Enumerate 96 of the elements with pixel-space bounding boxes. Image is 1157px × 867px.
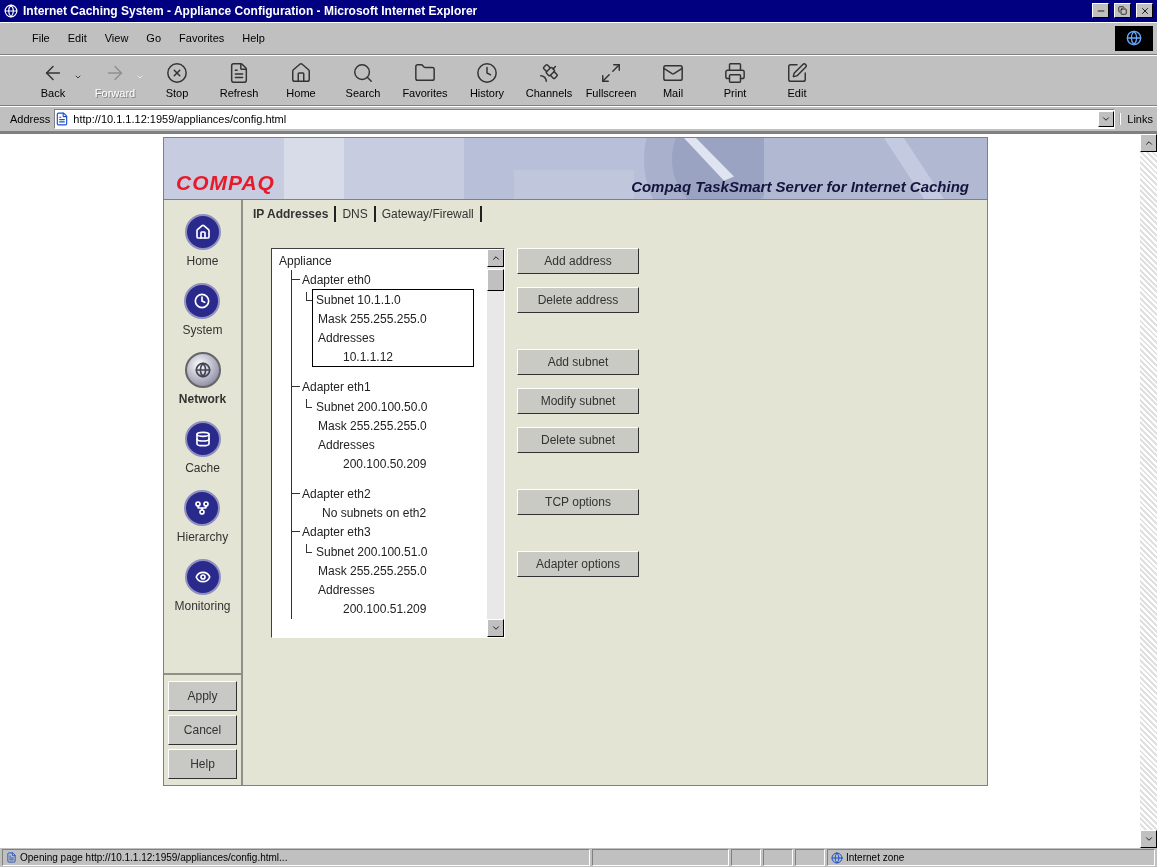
toolbar-button[interactable]: Back [22, 57, 84, 104]
browser-icon [4, 3, 18, 18]
tab[interactable]: Gateway/Firewall [375, 206, 482, 223]
home-icon [290, 61, 312, 84]
brand-logo: COMPAQ [176, 171, 275, 196]
scrollbar[interactable] [1140, 134, 1157, 849]
toolbar-button[interactable]: Channels [518, 57, 580, 104]
tree-label[interactable]: 200.100.51.209 [343, 601, 427, 616]
tree-label[interactable]: Addresses [318, 582, 375, 597]
toolbar-button[interactable]: Refresh [208, 57, 270, 104]
toolbar-button[interactable]: Fullscreen [580, 57, 642, 104]
toolbar-button[interactable]: History [456, 57, 518, 104]
tree-label: No subnets on eth2 [322, 505, 427, 520]
tree-label[interactable]: Mask 255.255.255.0 [318, 311, 427, 326]
clock-icon [184, 283, 221, 320]
eye-icon [184, 559, 221, 596]
clock-icon [476, 61, 498, 84]
folder-icon [414, 61, 436, 84]
action-button[interactable]: Add subnet [517, 349, 639, 376]
action-button[interactable]: Add address [517, 248, 639, 275]
action-button[interactable]: Delete address [517, 287, 639, 314]
action-button[interactable]: Modify subnet [517, 388, 639, 415]
scrollbar[interactable] [487, 249, 504, 638]
globe-icon [1126, 30, 1142, 47]
nav-item[interactable]: Home [184, 214, 221, 269]
nav-item[interactable]: System [182, 283, 223, 338]
nav-item[interactable]: Cache [184, 421, 221, 476]
action-button[interactable]: Help [168, 749, 237, 780]
tab[interactable]: IP Addresses [247, 206, 337, 223]
tree-label[interactable]: Adapter eth1 [302, 379, 371, 394]
scroll-thumb[interactable] [487, 269, 504, 292]
tree-label[interactable]: Mask 255.255.255.0 [318, 563, 427, 578]
action-button[interactable]: Cancel [168, 715, 237, 746]
tree-label[interactable]: Subnet 200.100.51.0 [316, 544, 428, 559]
globe-icon [184, 352, 221, 389]
menu-item[interactable]: View [98, 30, 135, 47]
subnet-selection[interactable]: Subnet 200.100.50.0 Mask 255.255.255.0 Addresses 200.100.50.209 [312, 396, 474, 475]
nav-item[interactable]: Hierarchy [176, 490, 229, 545]
nav-item[interactable]: Network [178, 352, 227, 407]
nav-item[interactable]: Monitoring [174, 559, 231, 614]
menu-item[interactable]: Go [140, 30, 168, 47]
tree-label[interactable]: Subnet 200.100.50.0 [316, 399, 428, 414]
zone-label: Internet zone [846, 852, 905, 864]
home-icon [184, 214, 221, 251]
window-title: Internet Caching System - Appliance Configuration - Microsoft Internet Explorer [23, 3, 479, 18]
status-message: Opening page http://10.1.1.12:1959/appliances/config.html... [20, 852, 288, 864]
stop-icon [166, 61, 188, 84]
page-icon [228, 61, 250, 84]
action-button[interactable]: Delete subnet [517, 427, 639, 454]
menu-item[interactable]: File [26, 30, 56, 47]
tree-label[interactable]: 200.100.50.209 [343, 456, 427, 471]
restore-icon [1118, 6, 1127, 16]
toolbar-button[interactable]: Favorites [394, 57, 456, 104]
tree-view[interactable] [271, 248, 505, 639]
toolbar-button[interactable]: Search [332, 57, 394, 104]
close-icon [1139, 5, 1150, 16]
satellite-icon [538, 61, 560, 84]
product-name: Compaq TaskSmart Server for Internet Caching [631, 178, 969, 196]
toolbar-button[interactable]: Print [704, 57, 766, 104]
page-icon [6, 852, 17, 864]
menu-item[interactable]: Help [236, 30, 271, 47]
menu-item[interactable]: Edit [61, 30, 93, 47]
tree-label[interactable]: 10.1.1.12 [343, 349, 394, 364]
address-label: Address [10, 112, 51, 125]
minimize-button[interactable] [1092, 3, 1109, 19]
address-field[interactable]: http://10.1.1.12:1959/appliances/config.html [54, 108, 1116, 129]
tree-label[interactable]: Appliance [279, 253, 332, 268]
links-button[interactable]: Links [1119, 112, 1153, 125]
menu-item[interactable]: Favorites [173, 30, 231, 47]
fork-icon [184, 490, 221, 527]
database-icon [184, 421, 221, 458]
tree-label[interactable]: Adapter eth2 [302, 486, 371, 501]
edit-icon [786, 61, 808, 84]
tab[interactable]: DNS [336, 206, 376, 223]
subnet-selection[interactable]: Subnet 200.100.51.0 Mask 255.255.255.0 Addresses 200.100.51.209 [312, 541, 474, 620]
search-icon [352, 61, 374, 84]
tree-label[interactable]: Addresses [318, 437, 375, 452]
globe-icon [831, 851, 843, 864]
toolbar-button[interactable]: Stop [146, 57, 208, 104]
action-button[interactable]: Adapter options [517, 551, 639, 578]
tree-label[interactable]: Adapter eth0 [302, 272, 371, 287]
tree-label[interactable]: Subnet 10.1.1.0 [316, 292, 401, 307]
page-icon [55, 111, 70, 126]
action-button[interactable]: TCP options [517, 489, 639, 516]
close-button[interactable] [1136, 3, 1153, 19]
action-button[interactable]: Apply [168, 681, 237, 712]
tree-label[interactable]: Mask 255.255.255.0 [318, 418, 427, 433]
tree-label[interactable]: Addresses [318, 330, 375, 345]
subnet-selection[interactable]: Subnet 10.1.1.0 Mask 255.255.255.0 Addresses 10.1.1.12 [312, 289, 474, 368]
toolbar-button[interactable]: Edit [766, 57, 828, 104]
toolbar-button[interactable]: Home [270, 57, 332, 104]
dropdown-button[interactable] [1098, 110, 1115, 127]
toolbar-button[interactable]: Mail [642, 57, 704, 104]
restore-button[interactable] [1114, 3, 1131, 19]
tree-label[interactable]: Adapter eth3 [302, 524, 371, 539]
printer-icon [724, 61, 746, 84]
